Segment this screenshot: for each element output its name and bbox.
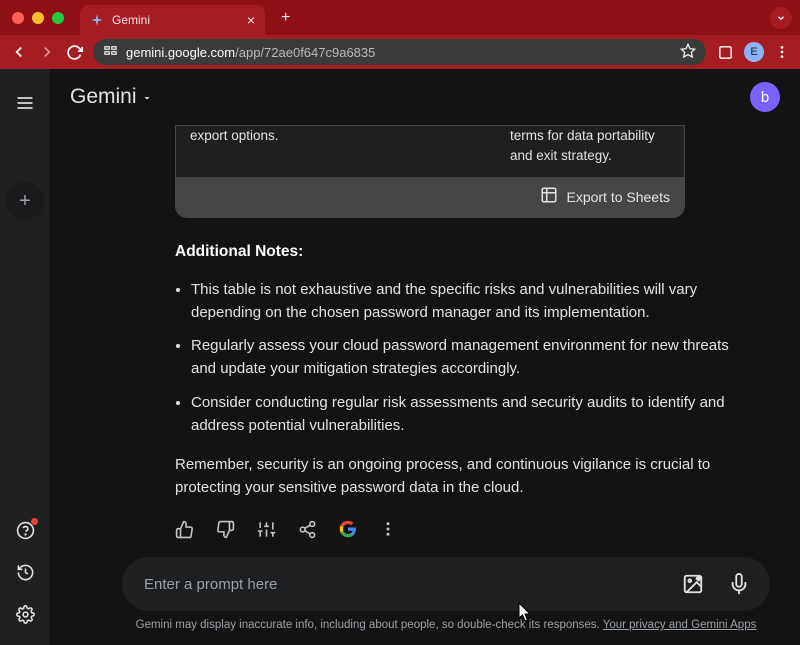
sheets-icon bbox=[540, 186, 558, 207]
left-rail: + bbox=[0, 69, 50, 645]
settings-button[interactable] bbox=[16, 605, 35, 629]
response-table: export options. terms for data portabili… bbox=[175, 125, 685, 218]
tab-search-button[interactable] bbox=[770, 7, 792, 29]
browser-tab[interactable]: Gemini × bbox=[80, 5, 265, 35]
tab-title: Gemini bbox=[112, 13, 239, 27]
help-button[interactable] bbox=[16, 521, 35, 545]
prompt-input[interactable] bbox=[144, 576, 666, 593]
close-window-button[interactable] bbox=[12, 12, 24, 24]
menu-toggle-button[interactable] bbox=[9, 87, 41, 124]
app-topbar: Gemini b bbox=[50, 69, 800, 125]
close-tab-button[interactable]: × bbox=[247, 12, 255, 28]
list-item: This table is not exhaustive and the spe… bbox=[191, 278, 735, 325]
table-cell bbox=[416, 126, 506, 177]
address-bar[interactable]: gemini.google.com/app/72ae0f647c9a6835 bbox=[93, 39, 706, 65]
more-actions-button[interactable] bbox=[379, 520, 397, 538]
browser-tabstrip: Gemini × + bbox=[0, 0, 800, 35]
main-area: Gemini b export options. terms for data … bbox=[50, 69, 800, 645]
forward-button[interactable] bbox=[38, 43, 56, 61]
thumbs-down-button[interactable] bbox=[216, 520, 235, 539]
disclaimer-text: Gemini may display inaccurate info, incl… bbox=[136, 619, 603, 631]
prompt-zone: Gemini may display inaccurate info, incl… bbox=[122, 557, 770, 631]
privacy-link[interactable]: Your privacy and Gemini Apps bbox=[603, 619, 757, 631]
list-item: Consider conducting regular risk assessm… bbox=[191, 391, 735, 438]
google-icon bbox=[339, 520, 357, 538]
disclaimer: Gemini may display inaccurate info, incl… bbox=[122, 619, 770, 631]
back-button[interactable] bbox=[10, 43, 28, 61]
list-item: Regularly assess your cloud password man… bbox=[191, 334, 735, 381]
response-actions bbox=[175, 520, 760, 539]
voice-input-button[interactable] bbox=[720, 565, 758, 603]
browser-toolbar: gemini.google.com/app/72ae0f647c9a6835 E bbox=[0, 35, 800, 69]
notes-heading: Additional Notes: bbox=[175, 240, 735, 264]
browser-menu-button[interactable] bbox=[774, 44, 790, 60]
brand-dropdown[interactable]: Gemini bbox=[70, 85, 153, 109]
url-text: gemini.google.com/app/72ae0f647c9a6835 bbox=[126, 45, 375, 60]
browser-profile-avatar[interactable]: E bbox=[744, 42, 764, 62]
minimize-window-button[interactable] bbox=[32, 12, 44, 24]
brand-label: Gemini bbox=[70, 85, 137, 109]
maximize-window-button[interactable] bbox=[52, 12, 64, 24]
additional-notes: Additional Notes: This table is not exha… bbox=[175, 240, 735, 500]
activity-button[interactable] bbox=[16, 563, 35, 587]
notification-dot-icon bbox=[31, 518, 38, 525]
thumbs-up-button[interactable] bbox=[175, 520, 194, 539]
share-button[interactable] bbox=[298, 520, 317, 539]
bookmark-star-icon[interactable] bbox=[680, 43, 696, 62]
user-avatar[interactable]: b bbox=[750, 82, 780, 112]
chevron-down-icon bbox=[141, 92, 153, 104]
new-tab-button[interactable]: + bbox=[281, 9, 290, 27]
google-it-button[interactable] bbox=[339, 520, 357, 538]
upload-image-button[interactable] bbox=[674, 565, 712, 603]
reload-button[interactable] bbox=[66, 44, 83, 61]
new-chat-button[interactable]: + bbox=[6, 182, 44, 220]
gemini-app: + Gemini b ex bbox=[0, 69, 800, 645]
closing-paragraph: Remember, security is an ongoing process… bbox=[175, 453, 735, 500]
table-cell: export options. bbox=[176, 126, 416, 177]
notes-list: This table is not exhaustive and the spe… bbox=[175, 278, 735, 438]
site-settings-icon[interactable] bbox=[103, 43, 118, 61]
extensions-icon[interactable] bbox=[716, 43, 734, 61]
gemini-favicon-icon bbox=[90, 13, 104, 27]
table-row: export options. terms for data portabili… bbox=[176, 126, 684, 177]
table-cell: terms for data portability and exit stra… bbox=[506, 126, 684, 177]
prompt-bar[interactable] bbox=[122, 557, 770, 611]
modify-response-button[interactable] bbox=[257, 520, 276, 539]
export-label: Export to Sheets bbox=[566, 189, 670, 205]
window-controls bbox=[12, 12, 64, 24]
export-to-sheets-button[interactable]: Export to Sheets bbox=[176, 177, 684, 217]
